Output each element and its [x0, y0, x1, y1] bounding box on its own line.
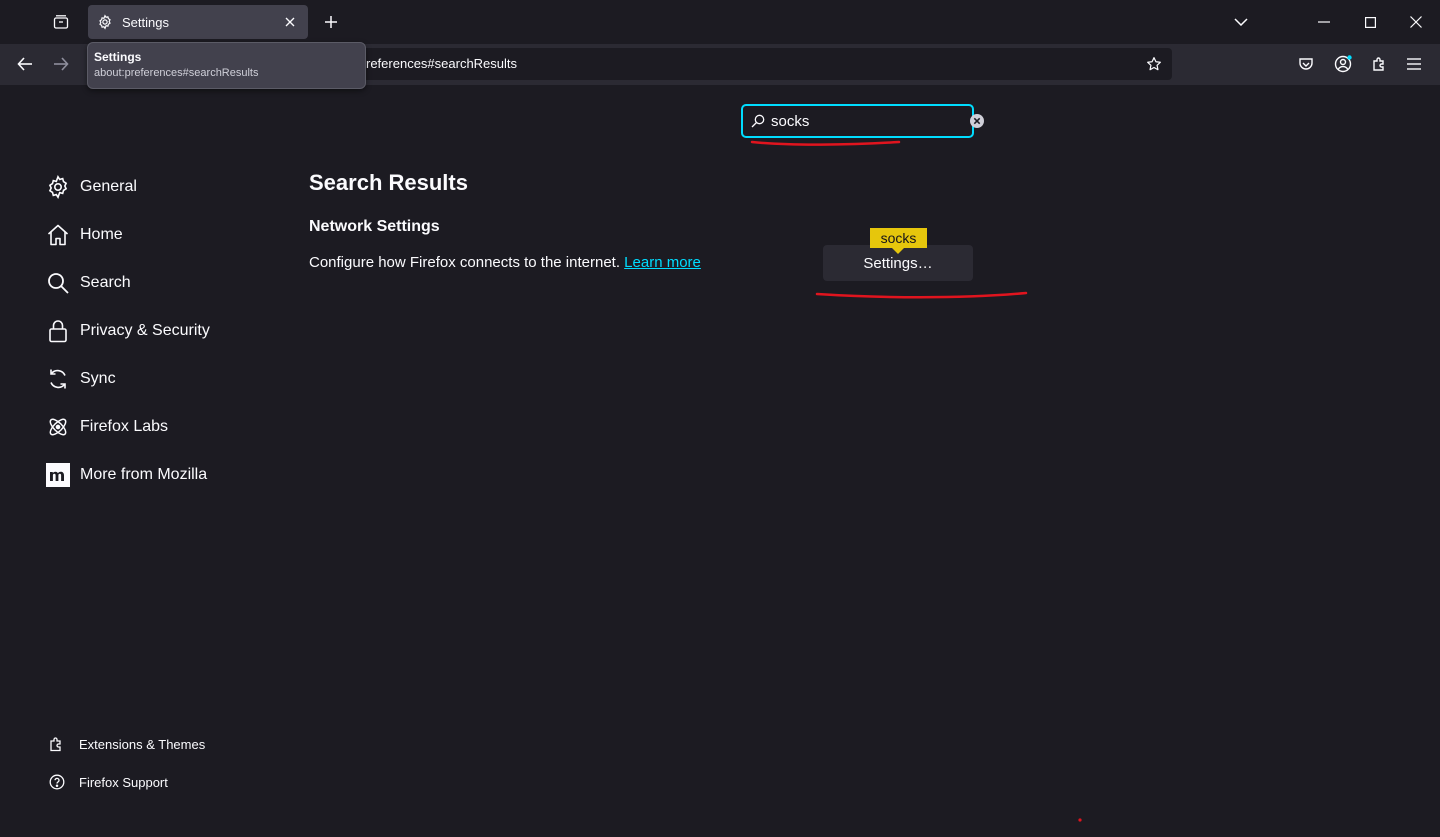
settings-sidebar: General Home Search Privacy & Security S… — [46, 163, 286, 499]
close-window-button[interactable] — [1393, 0, 1439, 44]
gear-icon — [46, 175, 70, 199]
learn-more-link[interactable]: Learn more — [624, 254, 701, 271]
sidebar-item-label: General — [80, 178, 137, 195]
maximize-icon — [1364, 16, 1376, 28]
chevron-down-icon — [1234, 18, 1248, 26]
search-icon — [46, 271, 70, 295]
extensions-button[interactable] — [1363, 48, 1395, 80]
footer-item-label: Firefox Support — [79, 774, 168, 790]
sidebar-item-label: Home — [80, 226, 123, 243]
close-icon — [285, 17, 295, 27]
close-icon — [1410, 16, 1422, 28]
help-icon — [48, 773, 66, 791]
lock-icon — [46, 319, 70, 343]
search-match-badge: socks — [870, 228, 927, 254]
arrow-right-icon — [54, 57, 69, 71]
sidebar-item-more-from-mozilla[interactable]: More from Mozilla — [46, 451, 286, 499]
section-description: Configure how Firefox connects to the in… — [309, 254, 1209, 271]
gear-icon — [96, 13, 114, 31]
maximize-button[interactable] — [1347, 0, 1393, 44]
extensions-icon — [1373, 57, 1384, 71]
sidebar-item-firefox-labs[interactable]: Firefox Labs — [46, 403, 286, 451]
extensions-themes-link[interactable]: Extensions & Themes — [48, 725, 205, 763]
pocket-icon — [1299, 58, 1313, 70]
sidebar-item-home[interactable]: Home — [46, 211, 286, 259]
settings-search-input[interactable] — [771, 112, 970, 130]
tab-tooltip: Settings about:preferences#searchResults — [87, 42, 366, 89]
sync-icon — [46, 367, 70, 391]
clear-icon — [970, 114, 984, 128]
footer-item-label: Extensions & Themes — [79, 736, 206, 752]
clear-search-button[interactable] — [970, 113, 984, 129]
plus-icon — [325, 16, 337, 28]
sidebar-item-label: Sync — [80, 370, 116, 387]
new-tab-button[interactable] — [316, 6, 346, 38]
settings-search-box[interactable] — [741, 104, 984, 138]
url-text[interactable]: references#searchResults — [366, 56, 517, 71]
sidebar-item-label: Firefox Labs — [80, 418, 169, 435]
list-all-tabs-button[interactable] — [44, 6, 78, 38]
search-results-pane: Search Results Network Settings Configur… — [309, 170, 1209, 271]
sidebar-item-privacy[interactable]: Privacy & Security — [46, 307, 286, 355]
tooltip-url: about:preferences#searchResults — [94, 67, 259, 79]
sidebar-item-label: Search — [80, 274, 131, 291]
app-menu-button[interactable] — [1398, 48, 1430, 80]
back-button[interactable] — [9, 48, 41, 80]
arrow-left-icon — [17, 57, 32, 71]
labs-icon — [46, 415, 70, 439]
minimize-button[interactable] — [1301, 0, 1347, 44]
search-icon — [751, 113, 765, 129]
description-text: Configure how Firefox connects to the in… — [309, 254, 625, 271]
sidebar-item-sync[interactable]: Sync — [46, 355, 286, 403]
sidebar-item-search[interactable]: Search — [46, 259, 286, 307]
save-to-pocket-button[interactable] — [1290, 48, 1322, 80]
sidebar-footer: Extensions & Themes Firefox Support — [48, 725, 205, 801]
tab-title: Settings — [122, 14, 169, 30]
settings-page: General Home Search — [0, 85, 1440, 837]
browser-window: Settings references#searchResults Settin… — [0, 0, 1440, 837]
account-button[interactable] — [1327, 48, 1359, 80]
close-tab-button[interactable] — [280, 12, 300, 32]
button-label: Settings… — [863, 254, 933, 272]
sidebar-item-general[interactable]: General — [46, 163, 286, 211]
list-all-tabs-icon — [53, 15, 69, 29]
home-icon — [46, 223, 70, 247]
mozilla-icon — [46, 463, 70, 487]
menu-icon — [1407, 58, 1421, 70]
tab-settings[interactable]: Settings — [88, 5, 308, 39]
forward-button[interactable] — [45, 48, 77, 80]
account-icon — [1334, 55, 1352, 73]
tab-strip: Settings — [0, 0, 1440, 44]
section-title: Network Settings — [309, 218, 440, 235]
star-icon — [1147, 57, 1161, 71]
bookmark-star-button[interactable] — [1142, 52, 1166, 76]
sidebar-item-label: Privacy & Security — [80, 322, 210, 339]
tooltip-title: Settings — [94, 50, 142, 64]
page-title: Search Results — [309, 170, 468, 195]
firefox-support-link[interactable]: Firefox Support — [48, 763, 205, 801]
puzzle-icon — [48, 735, 66, 753]
minimize-icon — [1318, 21, 1330, 23]
list-tabs-dropdown-button[interactable] — [1218, 0, 1264, 44]
sidebar-item-label: More from Mozilla — [80, 466, 208, 483]
